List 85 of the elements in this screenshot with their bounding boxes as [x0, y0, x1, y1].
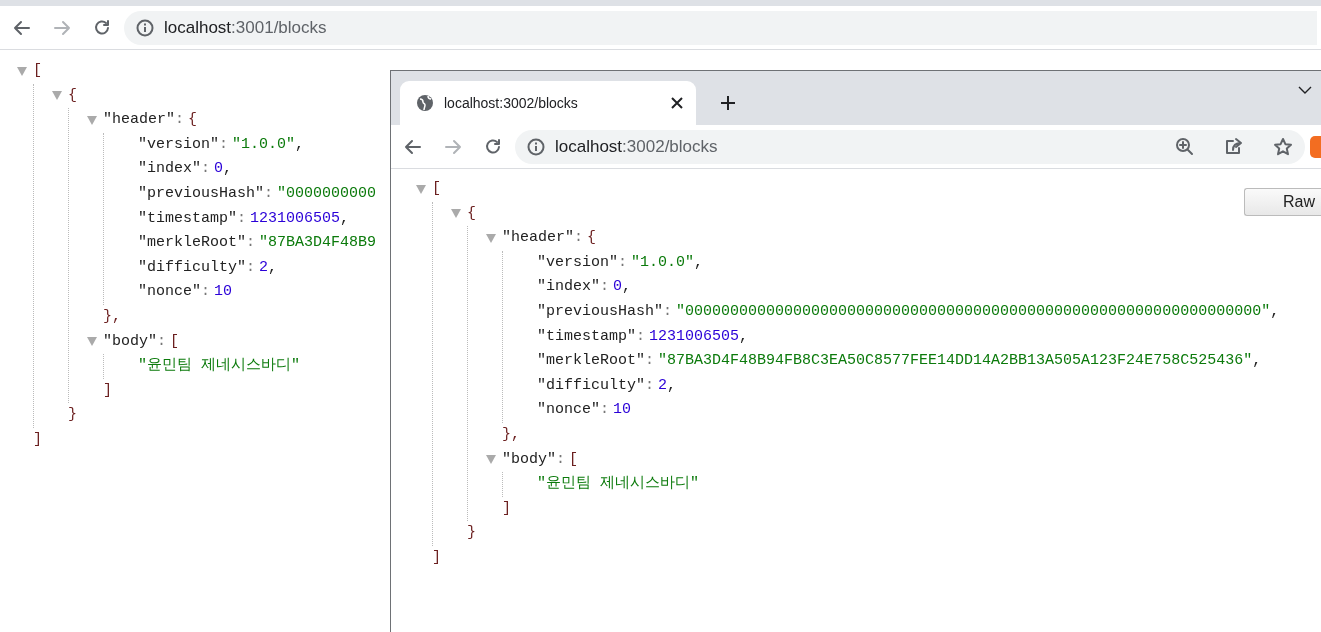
json-value: 2 [658, 375, 668, 396]
json-value: "1.0.0" [631, 252, 695, 273]
colon: : [618, 252, 628, 273]
comma: , [1270, 301, 1280, 322]
colon: : [264, 183, 274, 204]
tab-title: localhost:3002/blocks [444, 93, 579, 113]
address-text: localhost:3001/blocks [164, 16, 327, 39]
bracket: ] [33, 429, 42, 450]
json-value: 2 [259, 257, 269, 278]
bracket: ] [432, 547, 441, 568]
json-key: "version" [138, 132, 219, 158]
bracket: } [467, 523, 476, 544]
bracket: [ [432, 179, 441, 199]
comma: , [223, 159, 233, 180]
colon: : [219, 134, 229, 155]
comma: , [622, 277, 632, 298]
json-key: "body" [502, 447, 556, 473]
json-key: "header" [103, 108, 175, 133]
bracket: [ [569, 449, 579, 470]
json-key: "timestamp" [537, 324, 637, 350]
json-key: "nonce" [138, 280, 201, 305]
bracket: { [587, 228, 597, 249]
json-value: 0 [214, 159, 224, 180]
colon: : [663, 301, 673, 322]
json-key: "index" [138, 157, 201, 182]
colon: : [246, 257, 256, 278]
comma: , [1252, 351, 1262, 372]
json-key: "previousHash" [138, 181, 265, 207]
colon: : [175, 110, 185, 131]
json-value: "윤민팀 제네시스바디" [537, 474, 699, 495]
comma: , [295, 134, 305, 155]
json-key: "timestamp" [138, 206, 238, 232]
json-value: 10 [214, 282, 233, 303]
json-value: 0 [613, 277, 623, 298]
bracket: { [68, 85, 77, 106]
colon: : [600, 277, 610, 298]
json-value: "87BA3D4F48B94FB8C3EA50C8577FEE14DD14A2BB13A505A123F24E758C525436" [658, 351, 1253, 372]
json-value: "87BA3D4F48B9 [259, 233, 377, 254]
comma: , [340, 208, 350, 229]
json-key: "version" [537, 250, 618, 276]
bracket: { [467, 203, 476, 224]
json-value: "0000000000000000000000000000000000000000000000000000000000000000" [676, 301, 1271, 322]
colon: : [157, 331, 167, 352]
colon: : [600, 400, 610, 421]
bracket: }, [502, 424, 520, 445]
json-key: "difficulty" [138, 255, 247, 281]
json-value: "1.0.0" [232, 134, 296, 155]
colon: : [645, 351, 655, 372]
json-key: "previousHash" [537, 299, 664, 325]
json-value: 1231006505 [649, 326, 740, 347]
colon: : [201, 282, 211, 303]
comma: , [739, 326, 749, 347]
json-value: "0000000000 [277, 183, 377, 204]
bracket: [ [170, 331, 180, 352]
bracket: }, [103, 306, 121, 327]
json-key: "difficulty" [537, 373, 646, 399]
bracket: ] [103, 380, 112, 401]
comma: , [268, 257, 278, 278]
bracket: } [68, 405, 77, 426]
json-key: "header" [502, 226, 574, 251]
address-text: localhost:3002/blocks [555, 135, 718, 158]
bracket: { [188, 110, 198, 131]
colon: : [645, 375, 655, 396]
json-value: "윤민팀 제네시스바디" [138, 356, 300, 377]
browser-tab[interactable]: localhost:3002/blocks [400, 81, 696, 125]
comma: , [694, 252, 704, 273]
colon: : [556, 449, 566, 470]
address-bar[interactable]: localhost:3001/blocks [124, 10, 1317, 45]
colon: : [237, 208, 247, 229]
json-key: "nonce" [537, 398, 600, 423]
json-key: "merkleRoot" [537, 349, 646, 374]
bracket: [ [33, 61, 42, 81]
address-bar[interactable]: localhost:3002/blocks [515, 129, 1305, 164]
json-key: "index" [537, 275, 600, 300]
colon: : [201, 159, 211, 180]
json-key: "merkleRoot" [138, 231, 247, 256]
colon: : [246, 233, 256, 254]
raw-button[interactable]: Raw [1244, 188, 1321, 216]
json-key: "body" [103, 329, 157, 355]
comma: , [667, 375, 677, 396]
colon: : [574, 228, 584, 249]
bracket: ] [502, 498, 511, 519]
colon: : [636, 326, 646, 347]
json-value: 1231006505 [250, 208, 341, 229]
json-value: 10 [613, 400, 632, 421]
